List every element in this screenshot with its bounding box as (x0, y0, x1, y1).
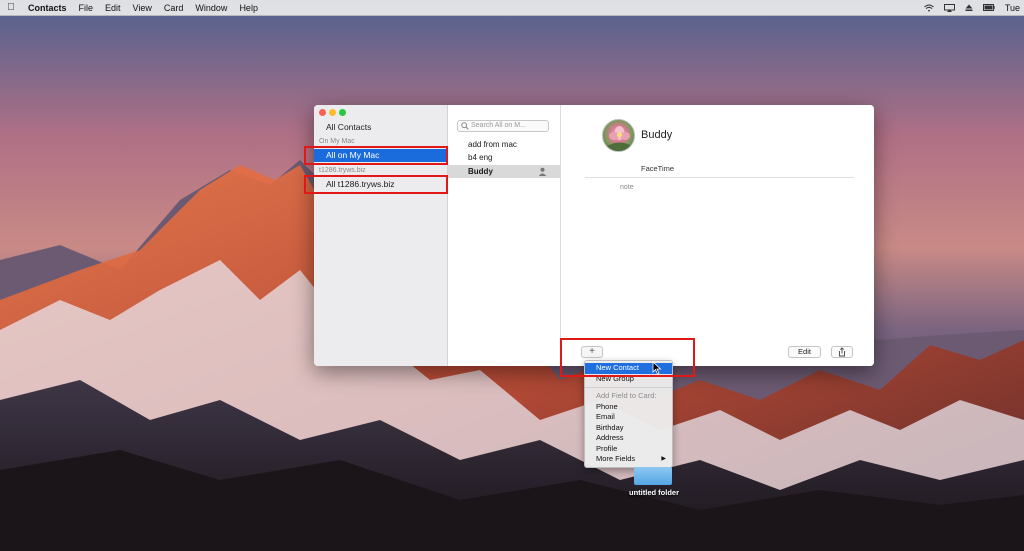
window-controls (319, 109, 346, 116)
minimize-button[interactable] (329, 109, 336, 116)
apple-menu-icon[interactable]:  (0, 2, 22, 13)
flower-icon (607, 126, 632, 151)
contact-list-pane: Search All on M... add from mac b4 eng B… (448, 105, 561, 366)
eject-icon[interactable] (965, 4, 973, 12)
contact-detail-pane: Buddy FaceTime note + Edit (561, 105, 874, 366)
submenu-arrow-icon: ▶ (661, 456, 666, 462)
menu-separator (585, 387, 672, 388)
sidebar-item-all-contacts[interactable]: All Contacts (326, 122, 371, 132)
search-icon (461, 122, 469, 130)
note-label: note (620, 184, 634, 191)
share-icon (839, 347, 845, 357)
menu-bar:  Contacts File Edit View Card Window He… (0, 0, 1024, 16)
contact-row-selected[interactable]: Buddy (448, 165, 561, 178)
wifi-icon[interactable] (923, 4, 934, 12)
edit-button[interactable]: Edit (788, 346, 821, 358)
close-button[interactable] (319, 109, 326, 116)
menu-view[interactable]: View (127, 0, 158, 16)
contacts-window: All Contacts On My Mac All on My Mac t12… (314, 105, 874, 366)
menu-file[interactable]: File (73, 0, 100, 16)
menu-item-email[interactable]: Email (585, 412, 672, 423)
annotation-box-new-contact (560, 338, 695, 377)
menu-item-profile[interactable]: Profile (585, 444, 672, 455)
folder-icon[interactable] (634, 467, 672, 485)
menu-card[interactable]: Card (158, 0, 190, 16)
sidebar-section-on-my-mac: On My Mac (319, 138, 355, 145)
annotation-box-local-group (304, 146, 448, 165)
zoom-button[interactable] (339, 109, 346, 116)
status-area: Tue (923, 3, 1024, 13)
menu-item-birthday[interactable]: Birthday (585, 423, 672, 434)
detail-divider (585, 177, 854, 178)
battery-icon[interactable] (982, 4, 995, 11)
menu-item-phone[interactable]: Phone (585, 402, 672, 413)
me-card-icon (538, 167, 547, 176)
more-fields-label: More Fields (596, 454, 636, 463)
sidebar-section-server: t1286.tryws.biz (319, 167, 366, 174)
menu-help[interactable]: Help (233, 0, 264, 16)
share-button[interactable] (831, 346, 853, 358)
menu-app-name[interactable]: Contacts (22, 0, 73, 16)
menu-edit[interactable]: Edit (99, 0, 127, 16)
annotation-box-server-group (304, 175, 448, 194)
contact-row[interactable]: b4 eng (448, 151, 561, 164)
menu-item-more-fields[interactable]: More Fields ▶ (585, 454, 672, 465)
contact-row[interactable]: add from mac (448, 138, 561, 151)
contact-row-label: Buddy (468, 167, 493, 176)
menu-window[interactable]: Window (189, 0, 233, 16)
groups-sidebar: All Contacts On My Mac All on My Mac t12… (314, 105, 448, 366)
contact-avatar (602, 119, 635, 152)
menu-item-address[interactable]: Address (585, 433, 672, 444)
menubar-clock[interactable]: Tue (1005, 3, 1020, 13)
search-input[interactable]: Search All on M... (457, 120, 549, 132)
menu-header-add-field: Add Field to Card: (596, 391, 657, 400)
facetime-label[interactable]: FaceTime (641, 164, 674, 173)
contact-name: Buddy (641, 129, 673, 141)
search-placeholder: Search All on M... (471, 122, 526, 129)
airplay-icon[interactable] (943, 3, 955, 12)
desktop-folder-label[interactable]: untitled folder (629, 488, 679, 497)
